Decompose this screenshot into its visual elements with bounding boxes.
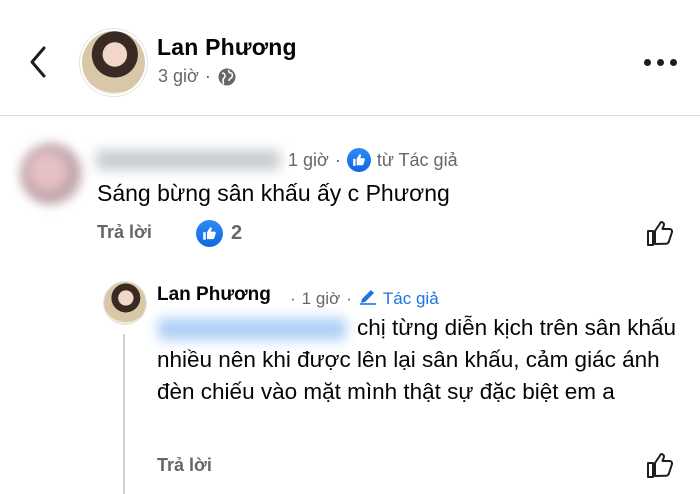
like-count: 2: [231, 222, 243, 244]
like-icon: [346, 148, 371, 172]
more-options-icon[interactable]: [642, 50, 678, 74]
comment-text: Sáng bừng sân khấu ấy c Phương: [97, 180, 450, 206]
meta-separator: ·: [290, 288, 296, 308]
reply-meta: · 1 giờ · Tác giả: [290, 286, 439, 311]
author-badge: Tác giả: [358, 286, 439, 311]
pencil-icon: [358, 286, 378, 311]
reply-text-block: chị từng diễn kịch trên sân khấu nhiều n…: [157, 312, 687, 408]
like-button-icon[interactable]: [645, 218, 675, 248]
reply-button[interactable]: Trả lời: [157, 455, 212, 476]
reaction-summary[interactable]: 2: [196, 220, 242, 247]
commenter-name[interactable]: [96, 150, 280, 170]
meta-separator: ·: [334, 149, 341, 170]
header-divider: [0, 115, 700, 116]
comment-meta: 1 giờ · từ Tác giả: [288, 148, 458, 172]
reply-text: chị từng diễn kịch trên sân khấu nhiều n…: [157, 315, 676, 404]
like-icon: [196, 220, 223, 247]
author-avatar[interactable]: [80, 29, 147, 96]
meta-separator: ·: [204, 66, 211, 86]
meta-separator: ·: [346, 288, 352, 308]
commenter-avatar[interactable]: [20, 143, 82, 205]
author-name[interactable]: Lan Phương: [157, 34, 297, 61]
liked-by-author: từ Tác giả: [376, 149, 458, 170]
reply-author-avatar[interactable]: [104, 282, 146, 324]
thread-line: [123, 334, 125, 494]
comment-time[interactable]: 1 giờ: [288, 150, 329, 171]
like-button-icon[interactable]: [645, 450, 675, 480]
reply-author-name[interactable]: Lan Phương: [157, 284, 271, 306]
author-badge-label: Tác giả: [382, 288, 439, 308]
post-time[interactable]: 3 giờ: [158, 66, 199, 87]
reply-button[interactable]: Trả lời: [97, 222, 152, 243]
back-icon[interactable]: [24, 40, 54, 84]
globe-icon: [217, 67, 237, 87]
post-meta: 3 giờ ·: [158, 66, 237, 87]
post-header: Lan Phương 3 giờ ·: [0, 0, 700, 116]
reply-time[interactable]: 1 giờ: [302, 289, 341, 309]
